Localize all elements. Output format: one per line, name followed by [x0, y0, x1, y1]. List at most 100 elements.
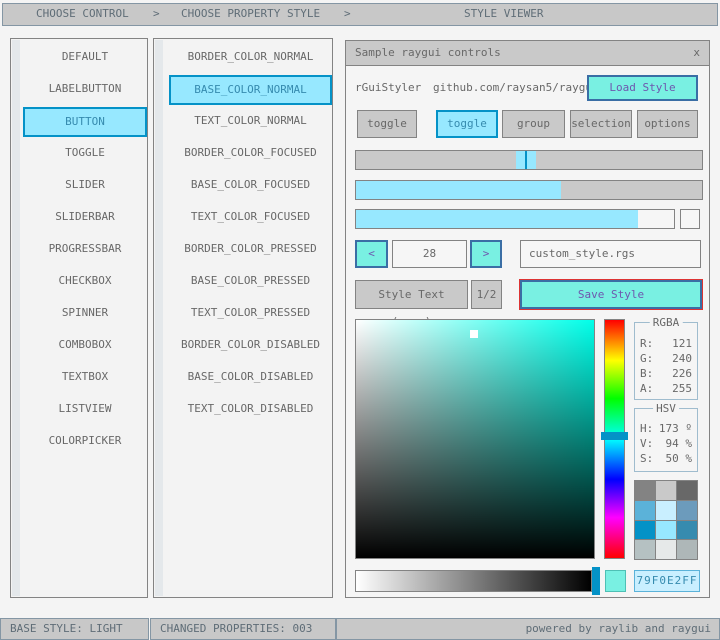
property-item-border-focused[interactable]: BORDER_COLOR_FOCUSED [169, 139, 332, 169]
swatch-text-pressed[interactable] [677, 520, 697, 540]
value-gradient-handle[interactable] [592, 567, 600, 595]
rgba-r-label: R: [640, 337, 654, 350]
property-item-text-disabled[interactable]: TEXT_COLOR_DISABLED [169, 395, 332, 425]
page-indicator-button[interactable]: 1/2 [471, 280, 502, 309]
swatch-border-normal[interactable] [635, 481, 655, 500]
control-item-textbox[interactable]: TEXTBOX [23, 363, 147, 393]
style-swatch-grid [634, 480, 698, 560]
rgba-g-label: G: [640, 352, 654, 365]
rgba-b-value: 226 [672, 367, 692, 380]
checkbox[interactable] [680, 209, 700, 229]
control-item-combobox[interactable]: COMBOBOX [23, 331, 147, 361]
control-item-progressbar[interactable]: PROGRESSBAR [23, 235, 147, 265]
window-titlebar[interactable]: Sample raygui controls x [346, 41, 709, 66]
rgba-b-label: B: [640, 367, 654, 380]
filename-input[interactable]: custom_style.rgs [520, 240, 701, 268]
save-style-focus-ring: Save Style [519, 279, 703, 310]
hsv-row-s: S: 50 % [635, 451, 697, 466]
slider-handle[interactable] [516, 151, 536, 169]
control-item-checkbox[interactable]: CHECKBOX [23, 267, 147, 297]
progressbar [355, 209, 675, 229]
control-item-labelbutton[interactable]: LABELBUTTON [23, 75, 147, 105]
control-item-sliderbar[interactable]: SLIDERBAR [23, 203, 147, 233]
statusbar-base-style: BASE STYLE: LIGHT [0, 618, 149, 640]
repo-link[interactable]: github.com/raysan5/raygui [433, 81, 599, 94]
control-item-default[interactable]: DEFAULT [23, 43, 147, 73]
slider[interactable] [355, 150, 703, 170]
rgba-a-value: 255 [672, 382, 692, 395]
colorpicker-selector[interactable] [470, 330, 478, 338]
sliderbar[interactable] [355, 180, 703, 200]
property-item-base-pressed[interactable]: BASE_COLOR_PRESSED [169, 267, 332, 297]
value-gradient-slider[interactable] [355, 570, 592, 592]
control-item-toggle[interactable]: TOGGLE [23, 139, 147, 169]
property-item-border-normal[interactable]: BORDER_COLOR_NORMAL [169, 43, 332, 73]
swatch-base-pressed[interactable] [656, 520, 676, 540]
statusbar-powered-by: powered by raylib and raygui [336, 618, 720, 640]
load-style-button[interactable]: Load Style [587, 75, 698, 101]
toggle-single[interactable]: toggle [357, 110, 417, 138]
control-item-listview[interactable]: LISTVIEW [23, 395, 147, 425]
property-item-text-pressed[interactable]: TEXT_COLOR_PRESSED [169, 299, 332, 329]
toggle-group-options[interactable]: options [637, 110, 698, 138]
hsv-s-value: 50 % [665, 452, 693, 465]
spinner-value[interactable]: 28 [392, 240, 467, 268]
current-color-swatch [605, 570, 626, 592]
style-text-button[interactable]: Style Text (.rgs) [355, 280, 468, 328]
hsv-group-title: HSV [653, 402, 679, 415]
property-item-base-disabled[interactable]: BASE_COLOR_DISABLED [169, 363, 332, 393]
hsv-h-value: 173 º [658, 422, 692, 435]
property-item-text-focused[interactable]: TEXT_COLOR_FOCUSED [169, 203, 332, 233]
spinner-decrement-button[interactable]: < [355, 240, 388, 268]
rgba-row-b: B: 226 [635, 366, 697, 381]
control-item-button[interactable]: BUTTON [23, 107, 147, 137]
app-name-label: rGuiStyler [355, 81, 422, 94]
property-item-text-normal[interactable]: TEXT_COLOR_NORMAL [169, 107, 332, 137]
swatch-text-focused[interactable] [677, 500, 697, 520]
properties-listview: BORDER_COLOR_NORMAL BASE_COLOR_NORMAL TE… [153, 38, 333, 598]
property-item-border-disabled[interactable]: BORDER_COLOR_DISABLED [169, 331, 332, 361]
sliderbar-fill [356, 181, 561, 199]
property-item-base-focused[interactable]: BASE_COLOR_FOCUSED [169, 171, 332, 201]
swatch-border-disabled[interactable] [635, 540, 655, 559]
hex-color-input[interactable]: 79F0E2FF [634, 570, 700, 592]
chevron-right-icon: > [153, 7, 160, 20]
controls-listview: DEFAULT LABELBUTTON BUTTON TOGGLE SLIDER… [10, 38, 148, 598]
breadcrumb: CHOOSE CONTROL > CHOOSE PROPERTY STYLE >… [2, 3, 718, 26]
close-icon[interactable]: x [693, 41, 700, 64]
swatch-border-focused[interactable] [635, 500, 655, 520]
progressbar-fill [356, 210, 638, 228]
swatch-text-normal[interactable] [677, 481, 697, 500]
control-item-spinner[interactable]: SPINNER [23, 299, 147, 329]
hsv-s-label: S: [640, 452, 654, 465]
hsv-h-label: H: [640, 422, 654, 435]
chevron-right-icon: > [344, 7, 351, 20]
rgba-row-g: G: 240 [635, 351, 697, 366]
property-item-border-pressed[interactable]: BORDER_COLOR_PRESSED [169, 235, 332, 265]
hsv-row-h: H: 173 º [635, 421, 697, 436]
toggle-group-toggle[interactable]: toggle [436, 110, 498, 138]
window-title: Sample raygui controls [355, 46, 501, 59]
swatch-text-disabled[interactable] [677, 540, 697, 559]
swatch-border-pressed[interactable] [635, 520, 655, 540]
control-item-slider[interactable]: SLIDER [23, 171, 147, 201]
swatch-base-disabled[interactable] [656, 540, 676, 559]
properties-list-scrollbar[interactable] [155, 40, 163, 596]
rguistyler-app: CHOOSE CONTROL > CHOOSE PROPERTY STYLE >… [0, 0, 720, 640]
slider-handle-line [525, 151, 527, 169]
property-item-base-normal[interactable]: BASE_COLOR_NORMAL [169, 75, 332, 105]
control-item-colorpicker[interactable]: COLORPICKER [23, 427, 147, 457]
colorpicker-sv-square[interactable] [355, 319, 595, 559]
breadcrumb-style-viewer: STYLE VIEWER [464, 7, 544, 20]
swatch-base-focused[interactable] [656, 500, 676, 520]
rgba-row-a: A: 255 [635, 381, 697, 396]
spinner-increment-button[interactable]: > [470, 240, 502, 268]
controls-list-scrollbar[interactable] [12, 40, 20, 596]
hsv-v-value: 94 % [665, 437, 693, 450]
toggle-group-group[interactable]: group [502, 110, 565, 138]
statusbar-changed-properties: CHANGED PROPERTIES: 003 [150, 618, 336, 640]
hue-slider-handle[interactable] [601, 432, 628, 440]
swatch-base-normal[interactable] [656, 481, 676, 500]
save-style-button[interactable]: Save Style [520, 280, 702, 309]
toggle-group-selection[interactable]: selection [570, 110, 632, 138]
